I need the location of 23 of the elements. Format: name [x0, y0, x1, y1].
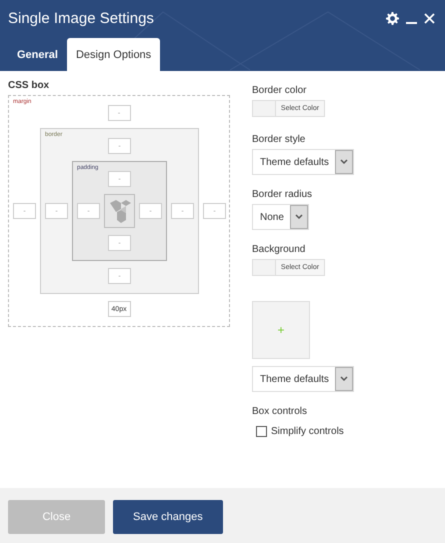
field-label: Border radius: [252, 189, 314, 201]
close-icon[interactable]: [424, 12, 435, 24]
field-label: Border style: [252, 134, 306, 146]
tab[interactable]: Design Options: [66, 38, 160, 71]
cube-logo-icon: [104, 194, 135, 228]
section-label: CSS box: [8, 80, 50, 91]
field-label: Border color: [252, 85, 308, 97]
settings-icon[interactable]: [386, 12, 399, 24]
checkbox[interactable]: [256, 426, 267, 437]
select-field[interactable]: Theme defaults: [252, 149, 354, 175]
footer-button[interactable]: Save changes: [113, 500, 223, 534]
color-swatch[interactable]: [253, 260, 276, 275]
caret-icon: [340, 376, 348, 382]
field-label: Background: [252, 244, 306, 256]
checkbox-label: Simplify controls: [271, 426, 344, 437]
field-label: Box controls: [252, 406, 308, 418]
color-swatch[interactable]: [253, 101, 276, 116]
tab[interactable]: General: [8, 38, 67, 71]
caret-icon: [340, 159, 348, 165]
window-title: Single Image Settings: [8, 10, 155, 26]
select-field[interactable]: None: [252, 204, 309, 230]
select-field[interactable]: Theme defaults: [252, 366, 354, 392]
caret-icon: [294, 214, 303, 220]
